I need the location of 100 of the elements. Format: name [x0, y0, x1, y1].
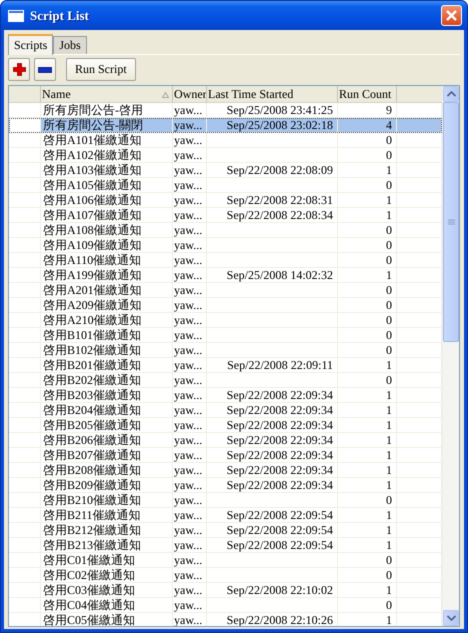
- table-cell: 啓用A210催繳通知: [43, 314, 142, 326]
- scroll-thumb[interactable]: [443, 102, 459, 342]
- table-row[interactable]: 啓用B101催繳通知 yaw... 0: [9, 328, 442, 343]
- table-cell: yaw...: [174, 418, 202, 432]
- tab[interactable]: Jobs: [53, 36, 87, 54]
- table-row[interactable]: 啓用B209催繳通知 yaw... Sep/22/2008 22:09:34 1: [9, 478, 442, 493]
- scroll-down-button[interactable]: [443, 610, 459, 626]
- table-row[interactable]: 啓用B212催繳通知 yaw... Sep/22/2008 22:09:54 1: [9, 523, 442, 538]
- table-row[interactable]: 啓用B206催繳通知 yaw... Sep/22/2008 22:09:34 1: [9, 433, 442, 448]
- table-cell: yaw...: [174, 178, 202, 192]
- table-cell: 1: [386, 448, 392, 462]
- table-row[interactable]: 啓用A110催繳通知 yaw... 0: [9, 253, 442, 268]
- table-row[interactable]: 啓用A201催繳通知 yaw... 0: [9, 283, 442, 298]
- table-cell: 啓用B205催繳通知: [43, 418, 142, 432]
- scroll-up-button[interactable]: [443, 86, 459, 102]
- run-script-button[interactable]: Run Script: [66, 58, 136, 81]
- table-row[interactable]: 啓用B203催繳通知 yaw... Sep/22/2008 22:09:34 1: [9, 388, 442, 403]
- table-row[interactable]: 啓用A103催繳通知 yaw... Sep/22/2008 22:08:09 1: [9, 163, 442, 178]
- table-row[interactable]: 啓用B211催繳通知 yaw... Sep/22/2008 22:09:54 1: [9, 508, 442, 523]
- table-row[interactable]: 啓用B208催繳通知 yaw... Sep/22/2008 22:09:34 1: [9, 463, 442, 478]
- table-cell: Sep/22/2008 22:09:54: [226, 538, 333, 552]
- table-row[interactable]: 啓用C04催繳通知 yaw... 0: [9, 598, 442, 613]
- table-cell: 0: [386, 374, 392, 386]
- table-row[interactable]: 啓用C01催繳通知 yaw... 0: [9, 553, 442, 568]
- table-cell: 1: [386, 464, 392, 476]
- column-header[interactable]: Name: [42, 87, 71, 101]
- table-cell: 1: [386, 164, 392, 176]
- table-cell: 0: [386, 554, 392, 566]
- table-cell: 1: [386, 404, 392, 416]
- table-row[interactable]: 啓用B213催繳通知 yaw... Sep/22/2008 22:09:54 1: [9, 538, 442, 553]
- table-cell: yaw...: [174, 598, 202, 612]
- table-cell: Sep/25/2008 14:02:32: [226, 268, 333, 282]
- column-header[interactable]: Run Count: [339, 87, 392, 101]
- table-cell: yaw...: [174, 464, 202, 476]
- scrollbar[interactable]: [442, 86, 459, 626]
- table-row[interactable]: 啓用B210催繳通知 yaw... 0: [9, 493, 442, 508]
- tab[interactable]: Scripts: [8, 34, 54, 55]
- table-row[interactable]: 啓用B207催繳通知 yaw... Sep/22/2008 22:09:34 1: [9, 448, 442, 463]
- table-cell: 0: [386, 344, 392, 356]
- table-row[interactable]: 啓用B202催繳通知 yaw... 0: [9, 373, 442, 388]
- table-cell: yaw...: [174, 148, 202, 162]
- table-row[interactable]: 啓用A105催繳通知 yaw... 0: [9, 178, 442, 193]
- minus-icon: [38, 66, 52, 72]
- table-cell: yaw...: [174, 208, 202, 222]
- table-cell: yaw...: [174, 374, 202, 386]
- close-button[interactable]: [441, 5, 462, 26]
- table-cell: Sep/22/2008 22:10:26: [226, 614, 333, 626]
- table-cell: 1: [386, 194, 392, 206]
- table-row[interactable]: 啓用A108催繳通知 yaw... 0: [9, 223, 442, 238]
- table-row[interactable]: 啓用C02催繳通知 yaw... 0: [9, 568, 442, 583]
- table-row[interactable]: 啓用B201催繳通知 yaw... Sep/22/2008 22:09:11 1: [9, 358, 442, 373]
- table-cell: 啓用A199催繳通知: [43, 268, 142, 282]
- table-cell: 啓用B203催繳通知: [43, 388, 142, 402]
- table-cell: yaw...: [174, 164, 202, 176]
- table-cell: 0: [386, 314, 392, 326]
- table-cell: 啓用B213催繳通知: [43, 538, 142, 552]
- table-cell: 啓用B211催繳通知: [43, 508, 141, 522]
- table-row[interactable]: 啓用C03催繳通知 yaw... Sep/22/2008 22:10:02 1: [9, 583, 442, 598]
- table-cell: 1: [386, 478, 392, 492]
- table-cell: yaw...: [174, 328, 202, 342]
- table-cell: yaw...: [174, 524, 202, 536]
- table-cell: 1: [386, 418, 392, 432]
- table-row[interactable]: 啓用A102催繳通知 yaw... 0: [9, 148, 442, 163]
- table-cell: 啓用B201催繳通知: [43, 358, 142, 372]
- table-cell: 啓用A101催繳通知: [43, 134, 142, 146]
- table-cell: 所有房間公告-啓用: [43, 104, 143, 116]
- table-row[interactable]: 啓用A199催繳通知 yaw... Sep/25/2008 14:02:32 1: [9, 268, 442, 283]
- table-row[interactable]: 啓用A106催繳通知 yaw... Sep/22/2008 22:08:31 1: [9, 193, 442, 208]
- table-cell: yaw...: [174, 448, 202, 462]
- column-header[interactable]: Last Time Started: [208, 87, 294, 101]
- table-cell: 啓用B202催繳通知: [43, 374, 142, 386]
- table-cell: 啓用A106催繳通知: [43, 194, 142, 206]
- table-cell: 啓用A102催繳通知: [43, 148, 142, 162]
- table-cell: 啓用C01催繳通知: [43, 554, 136, 566]
- table-cell: 0: [386, 134, 392, 146]
- table-row[interactable]: 啓用A209催繳通知 yaw... 0: [9, 298, 442, 313]
- table-cell: 4: [386, 118, 392, 132]
- table-cell: 啓用B209催繳通知: [43, 478, 142, 492]
- table-row[interactable]: 所有房間公告-關閉 yaw... Sep/25/2008 23:02:18 4: [9, 118, 442, 133]
- remove-button[interactable]: [34, 58, 56, 81]
- table-cell: yaw...: [174, 104, 202, 116]
- table-cell: 0: [386, 148, 392, 162]
- table-cell: Sep/22/2008 22:09:34: [226, 388, 333, 402]
- table-cell: 0: [386, 238, 392, 252]
- table-cell: 0: [386, 178, 392, 192]
- table-cell: 0: [386, 568, 392, 582]
- table-row[interactable]: 啓用A107催繳通知 yaw... Sep/22/2008 22:08:34 1: [9, 208, 442, 223]
- add-button[interactable]: [8, 58, 30, 81]
- table-row[interactable]: 啓用B205催繳通知 yaw... Sep/22/2008 22:09:34 1: [9, 418, 442, 433]
- table-cell: Sep/25/2008 23:02:18: [226, 118, 333, 132]
- table-cell: yaw...: [174, 404, 202, 416]
- table-cell: yaw...: [174, 224, 202, 236]
- table-row[interactable]: 啓用A210催繳通知 yaw... 0: [9, 313, 442, 328]
- table-cell: yaw...: [174, 238, 202, 252]
- table-row[interactable]: 啓用B204催繳通知 yaw... Sep/22/2008 22:09:34 1: [9, 403, 442, 418]
- table-row[interactable]: 啓用A109催繳通知 yaw... 0: [9, 238, 442, 253]
- table-cell: 啓用B212催繳通知: [43, 524, 142, 536]
- table-cell: 0: [386, 598, 392, 612]
- table-row[interactable]: 啓用A101催繳通知 yaw... 0: [9, 133, 442, 148]
- table-row[interactable]: 啓用B102催繳通知 yaw... 0: [9, 343, 442, 358]
